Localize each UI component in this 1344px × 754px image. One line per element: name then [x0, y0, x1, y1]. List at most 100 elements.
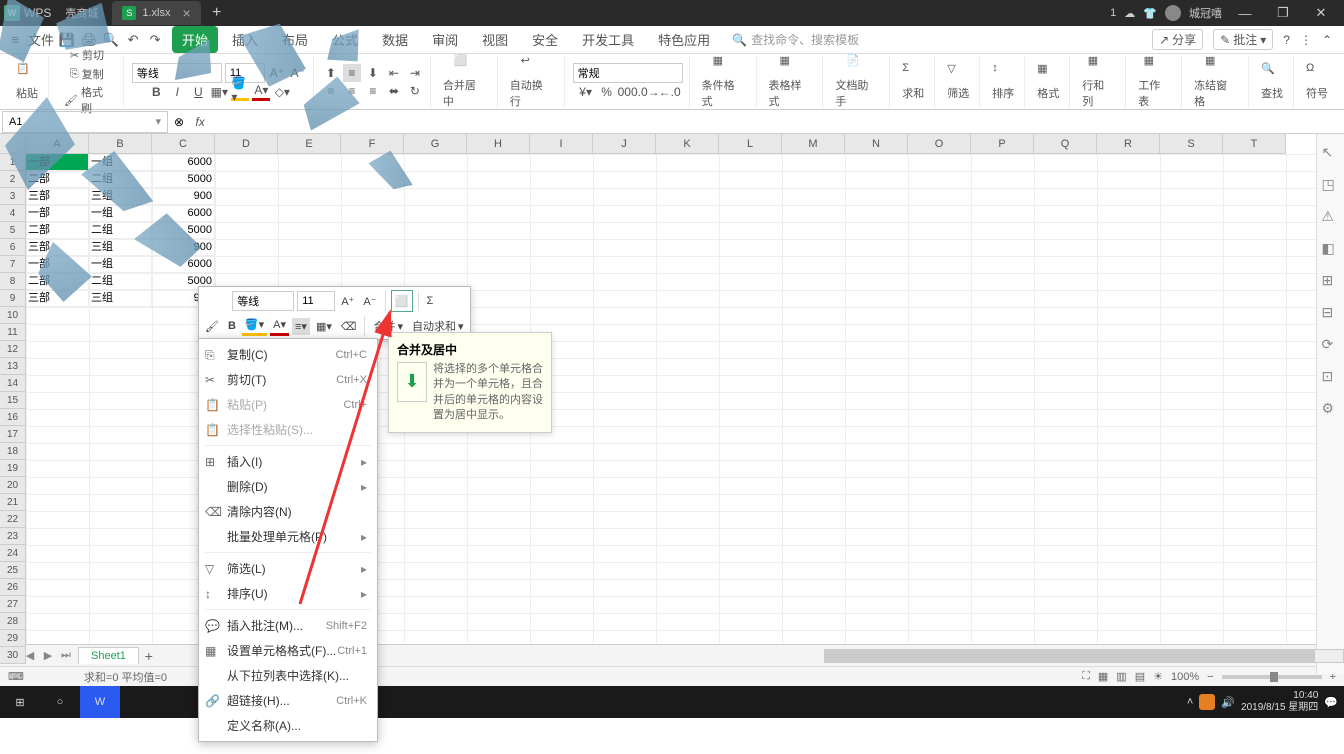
row-header-8[interactable]: 8	[0, 273, 26, 290]
align-center-icon[interactable]: ≡	[343, 82, 361, 100]
cell-A6[interactable]: 三部	[26, 239, 89, 256]
sp-backup-icon[interactable]: ⟳	[1322, 336, 1340, 354]
merge-across-icon[interactable]: ⬌	[385, 82, 403, 100]
col-header-M[interactable]: M	[782, 134, 845, 154]
cell-B3[interactable]: 三组	[89, 188, 152, 205]
cell-A5[interactable]: 二部	[26, 222, 89, 239]
mini-dec-font-icon[interactable]: A⁻	[360, 293, 379, 310]
mini-border-icon[interactable]: ▦▾	[313, 318, 335, 335]
notes-button[interactable]: ✎ 批注 ▾	[1213, 29, 1273, 50]
sum-button[interactable]: Σ求和	[898, 60, 928, 103]
row-header-25[interactable]: 25	[0, 562, 26, 579]
clear-format-icon[interactable]: ◇▾	[273, 83, 291, 101]
sheet-last-icon[interactable]: ⏭	[58, 649, 74, 662]
col-header-C[interactable]: C	[152, 134, 215, 154]
cell-B6[interactable]: 三组	[89, 239, 152, 256]
ribbon-tab-1[interactable]: 插入	[222, 26, 268, 53]
sheet-next-icon[interactable]: ▶	[40, 649, 56, 662]
merge-center-button[interactable]: ⬜合并居中	[439, 52, 491, 111]
col-header-L[interactable]: L	[719, 134, 782, 154]
row-header-15[interactable]: 15	[0, 392, 26, 409]
row-header-19[interactable]: 19	[0, 460, 26, 477]
sort-button[interactable]: ↕排序	[988, 60, 1018, 103]
row-header-27[interactable]: 27	[0, 596, 26, 613]
avatar[interactable]	[1165, 5, 1181, 21]
view-page-icon[interactable]: ▥	[1116, 670, 1126, 683]
comma-icon[interactable]: 000	[619, 83, 637, 101]
cloud-icon[interactable]: ☁	[1124, 7, 1135, 20]
row-header-11[interactable]: 11	[0, 324, 26, 341]
mini-merge-icon[interactable]: ⬜	[391, 290, 413, 312]
input-mode-icon[interactable]: ⌨	[8, 670, 24, 683]
cell-A9[interactable]: 三部	[26, 290, 89, 307]
mini-inc-font-icon[interactable]: A⁺	[338, 293, 357, 310]
cell-B1[interactable]: 一组	[89, 154, 152, 171]
row-header-22[interactable]: 22	[0, 511, 26, 528]
align-top-icon[interactable]: ⬆	[322, 64, 340, 82]
col-header-F[interactable]: F	[341, 134, 404, 154]
row-header-4[interactable]: 4	[0, 205, 26, 222]
h-scrollbar[interactable]	[824, 649, 1344, 663]
filter-button[interactable]: ▽筛选	[943, 60, 973, 103]
mini-fontcolor-icon[interactable]: A▾	[270, 316, 289, 336]
number-format-select[interactable]	[573, 63, 683, 83]
mini-align-icon[interactable]: ≡▾	[292, 318, 310, 335]
col-header-P[interactable]: P	[971, 134, 1034, 154]
wrap-text-button[interactable]: ↩自动换行	[506, 52, 558, 111]
cell-A3[interactable]: 三部	[26, 188, 89, 205]
redo-icon[interactable]: ↷	[146, 31, 164, 49]
row-header-3[interactable]: 3	[0, 188, 26, 205]
tray-up-icon[interactable]: ˄	[1187, 696, 1193, 708]
sp-style-icon[interactable]: ◧	[1322, 240, 1340, 258]
col-header-A[interactable]: A	[26, 134, 89, 154]
symbol-button[interactable]: Ω符号	[1302, 60, 1332, 103]
row-header-28[interactable]: 28	[0, 613, 26, 630]
ctx-copy[interactable]: ⎘复制(C)Ctrl+C	[199, 342, 377, 367]
row-header-1[interactable]: 1	[0, 154, 26, 171]
sp-warning-icon[interactable]: ⚠	[1322, 208, 1340, 226]
row-header-6[interactable]: 6	[0, 239, 26, 256]
view-normal-icon[interactable]: ▦	[1098, 670, 1108, 683]
col-header-K[interactable]: K	[656, 134, 719, 154]
help-icon[interactable]: ?	[1283, 33, 1290, 47]
ctx-dropdown[interactable]: 从下拉列表中选择(K)...	[199, 663, 377, 688]
mini-size-select[interactable]	[297, 291, 335, 311]
cell-A2[interactable]: 二部	[26, 171, 89, 188]
ctx-delete[interactable]: 删除(D)▸	[199, 474, 377, 499]
font-color-icon[interactable]: A▾	[252, 83, 270, 101]
row-header-5[interactable]: 5	[0, 222, 26, 239]
font-select[interactable]	[132, 63, 222, 83]
currency-icon[interactable]: ¥▾	[577, 83, 595, 101]
sp-analysis-icon[interactable]: ⊟	[1322, 304, 1340, 322]
zoom-out-icon[interactable]: −	[1207, 671, 1213, 683]
select-all-corner[interactable]	[0, 134, 26, 154]
fullscreen-icon[interactable]: ⛶	[1082, 670, 1090, 683]
col-header-N[interactable]: N	[845, 134, 908, 154]
cell-C6[interactable]: 900	[152, 239, 215, 256]
ctx-format-cell[interactable]: ▦设置单元格格式(F)...Ctrl+1	[199, 638, 377, 663]
col-header-S[interactable]: S	[1160, 134, 1223, 154]
sp-more-icon[interactable]: ⊡	[1322, 368, 1340, 386]
row-header-10[interactable]: 10	[0, 307, 26, 324]
row-header-2[interactable]: 2	[0, 171, 26, 188]
col-header-R[interactable]: R	[1097, 134, 1160, 154]
row-header-16[interactable]: 16	[0, 409, 26, 426]
share-button[interactable]: ↗ 分享	[1152, 29, 1203, 50]
ctx-define-name[interactable]: 定义名称(A)...	[199, 713, 377, 738]
cell-B7[interactable]: 一组	[89, 256, 152, 273]
row-header-18[interactable]: 18	[0, 443, 26, 460]
ctx-clear[interactable]: ⌫清除内容(N)	[199, 499, 377, 524]
cell-B9[interactable]: 三组	[89, 290, 152, 307]
ribbon-tab-5[interactable]: 审阅	[422, 26, 468, 53]
col-header-B[interactable]: B	[89, 134, 152, 154]
row-header-20[interactable]: 20	[0, 477, 26, 494]
row-header-9[interactable]: 9	[0, 290, 26, 307]
ribbon-tab-4[interactable]: 数据	[372, 26, 418, 53]
reading-mode-icon[interactable]: ☀	[1153, 670, 1163, 683]
search-box[interactable]: 🔍 查找命令、搜索模板	[732, 31, 859, 48]
mini-fill-icon[interactable]: 🪣▾	[242, 316, 267, 336]
cell-B8[interactable]: 二组	[89, 273, 152, 290]
sp-settings-icon[interactable]: ⚙	[1322, 400, 1340, 418]
cell-C1[interactable]: 6000	[152, 154, 215, 171]
close-icon[interactable]: ×	[182, 5, 190, 21]
